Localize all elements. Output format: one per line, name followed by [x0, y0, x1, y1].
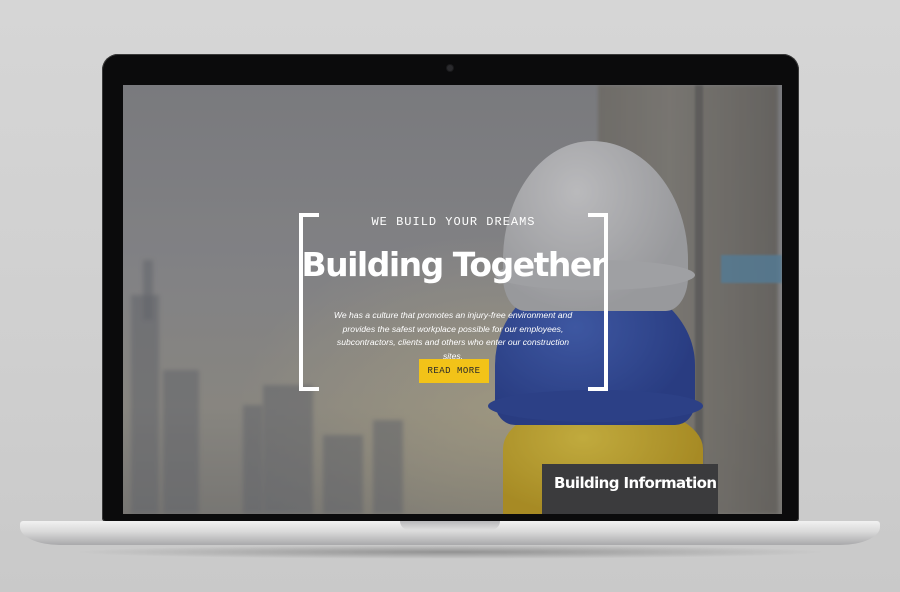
laptop-shadow: [70, 545, 830, 559]
right-bracket-decoration: [588, 213, 608, 391]
building-information-title: Building Information: [554, 474, 717, 492]
hero-headline: Building Together: [301, 245, 607, 284]
left-bracket-decoration: [299, 213, 319, 391]
read-more-button[interactable]: READ MORE: [419, 359, 489, 383]
laptop-lid: WE BUILD YOUR DREAMS Building Together W…: [102, 54, 799, 522]
laptop-hinge-notch: [400, 521, 500, 530]
hero-description: We has a culture that promotes an injury…: [333, 310, 573, 361]
webcam-icon: [447, 65, 453, 71]
building-information-panel[interactable]: Building Information: [542, 464, 718, 514]
laptop-base: [20, 521, 880, 545]
hero-overlay: [123, 85, 782, 514]
hero-tagline: WE BUILD YOUR DREAMS: [371, 215, 536, 229]
laptop-screen: WE BUILD YOUR DREAMS Building Together W…: [123, 85, 782, 514]
